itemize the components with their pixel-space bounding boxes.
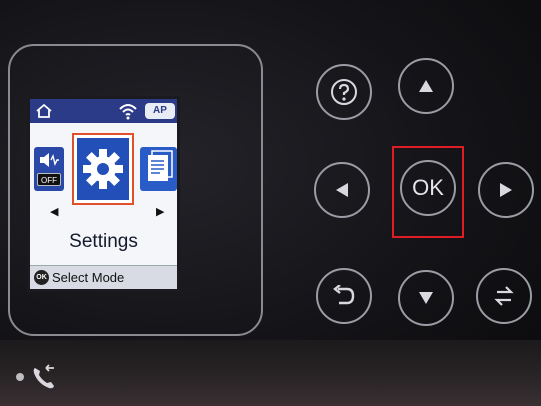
volume-icon (40, 153, 59, 167)
gear-icon (83, 149, 123, 189)
up-arrow-icon (419, 80, 433, 92)
right-button[interactable] (478, 162, 534, 218)
power-indicator-dot (16, 373, 24, 381)
mode-tile-documents[interactable] (140, 147, 177, 191)
lcd-screen[interactable]: AP OFF ◀ ▶ Settings OK Select Mode (27, 96, 180, 292)
carousel-right-arrow[interactable]: ▶ (156, 205, 164, 218)
back-button[interactable] (316, 268, 372, 324)
home-icon[interactable] (35, 102, 53, 120)
help-button[interactable] (316, 64, 372, 120)
mode-carousel[interactable]: OFF ◀ ▶ (30, 129, 177, 218)
right-arrow-icon (500, 183, 512, 197)
documents-icon (148, 150, 173, 181)
off-badge: OFF (37, 173, 61, 186)
ap-icon: AP (145, 103, 175, 119)
ok-hint-icon: OK (34, 270, 49, 285)
left-arrow-icon (336, 183, 348, 197)
switch-button[interactable] (476, 268, 532, 324)
carousel-left-arrow[interactable]: ◀ (50, 205, 58, 218)
back-icon (333, 285, 355, 305)
lcd-footer: OK Select Mode (30, 265, 177, 289)
panel-bottom-edge (0, 340, 541, 406)
phone-icon[interactable] (30, 364, 58, 392)
ok-button-highlight (392, 146, 464, 238)
left-button[interactable] (314, 162, 370, 218)
mode-tile-settings[interactable] (72, 133, 134, 205)
selected-mode-label: Settings (69, 231, 138, 252)
wifi-icon (119, 104, 137, 120)
switch-icon (494, 286, 514, 306)
footer-hint-text: Select Mode (52, 270, 125, 285)
up-button[interactable] (398, 58, 454, 114)
down-button[interactable] (398, 270, 454, 326)
mode-tile-volume[interactable]: OFF (34, 147, 64, 191)
lcd-status-bar: AP (30, 99, 177, 123)
down-arrow-icon (419, 292, 433, 304)
help-icon (331, 79, 357, 105)
settings-tile-bg (77, 138, 129, 200)
